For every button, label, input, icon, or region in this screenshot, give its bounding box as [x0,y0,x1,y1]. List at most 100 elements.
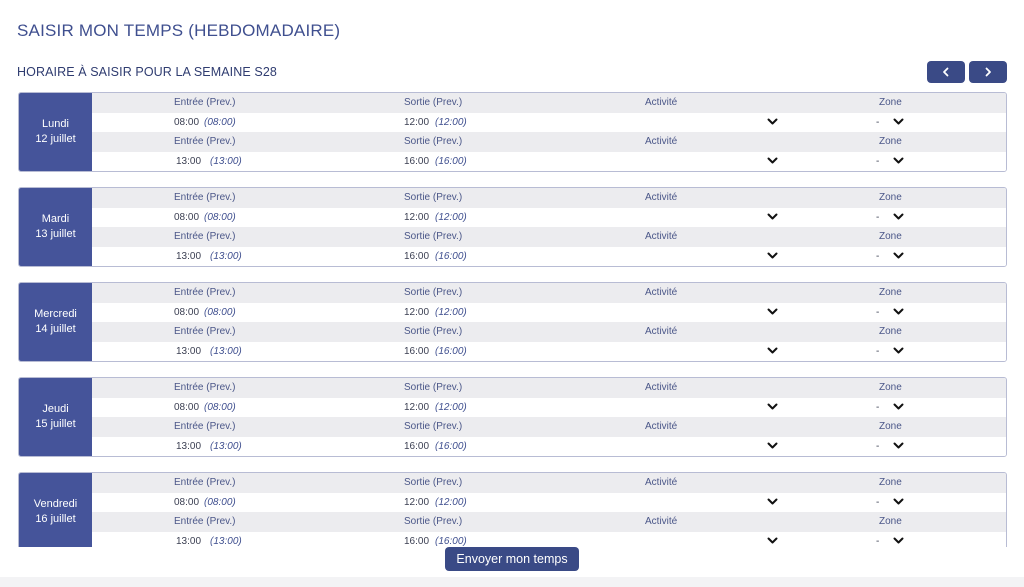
exit-header: Sortie (Prev.) [404,477,463,489]
entry-header: Entrée (Prev.) [174,421,236,433]
activity-select[interactable] [765,306,779,319]
exit-time[interactable]: 12:00 (12:00) [404,208,467,228]
entry-value: 13:00 [176,250,202,262]
activity-select[interactable] [765,250,779,263]
zone-select[interactable]: - [876,437,916,457]
shift-rows: Entrée (Prev.) Sortie (Prev.) Activité Zone… [92,283,1006,361]
exit-value: 12:00 [404,211,430,223]
entry-time[interactable]: 08:00 (08:00) [174,303,236,323]
zone-select[interactable]: - [876,247,916,267]
activity-select[interactable] [765,535,779,548]
exit-time[interactable]: 16:00 (16:00) [404,342,467,362]
chevron-right-icon [985,67,991,77]
zone-value: - [876,250,880,262]
zone-value: - [876,440,880,452]
zone-header: Zone [879,97,902,109]
exit-time[interactable]: 16:00 (16:00) [404,437,467,457]
zone-select[interactable]: - [876,493,916,513]
day-name: Vendredi [33,498,78,510]
zone-select[interactable]: - [876,208,916,228]
activity-select[interactable] [765,401,779,414]
activity-header: Activité [645,516,678,528]
entry-planned: (13:00) [210,155,242,167]
exit-header: Sortie (Prev.) [404,136,463,148]
entry-time[interactable]: 08:00 (08:00) [174,113,236,133]
exit-value: 16:00 [404,440,430,452]
exit-header: Sortie (Prev.) [404,192,463,204]
entry-header: Entrée (Prev.) [174,287,236,299]
exit-time[interactable]: 16:00 (16:00) [404,152,467,172]
entry-time[interactable]: 13:00 (13:00) [176,247,242,267]
entry-time[interactable]: 08:00 (08:00) [174,493,236,513]
entry-time[interactable]: 13:00 (13:00) [176,152,242,172]
zone-select[interactable]: - [876,398,916,418]
zone-value: - [876,401,880,413]
day-label: Jeudi 15 juillet [19,378,92,456]
shift-value-row: 08:00 (08:00) 12:00 (12:00) - [92,302,1006,323]
entry-value: 08:00 [174,401,200,413]
zone-select[interactable]: - [876,342,916,362]
day-card: Mardi 13 juillet Entrée (Prev.) Sortie (Pre… [18,187,1007,267]
activity-select[interactable] [765,155,779,168]
day-label: Vendredi 16 juillet [19,473,92,547]
zone-value: - [876,345,880,357]
entry-header: Entrée (Prev.) [174,231,236,243]
zone-header: Zone [879,326,902,338]
chevron-down-icon [767,403,777,410]
week-title: HORAIRE À SAISIR POUR LA SEMAINE S28 [17,65,277,79]
exit-header: Sortie (Prev.) [404,97,463,109]
activity-select[interactable] [765,116,779,129]
entry-header: Entrée (Prev.) [174,192,236,204]
entry-header: Entrée (Prev.) [174,326,236,338]
entry-time[interactable]: 13:00 (13:00) [176,532,242,548]
zone-header: Zone [879,136,902,148]
chevron-down-icon [767,347,777,354]
entry-time[interactable]: 08:00 (08:00) [174,398,236,418]
activity-select[interactable] [765,440,779,453]
zone-select[interactable]: - [876,303,916,323]
activity-select[interactable] [765,496,779,509]
zone-select[interactable]: - [876,152,916,172]
exit-time[interactable]: 16:00 (16:00) [404,532,467,548]
chevron-down-icon [893,442,904,449]
zone-select[interactable]: - [876,113,916,133]
chevron-down-icon [767,118,777,125]
day-card: Jeudi 15 juillet Entrée (Prev.) Sortie (Pre… [18,377,1007,457]
exit-time[interactable]: 12:00 (12:00) [404,493,467,513]
footer-bar [0,577,1024,587]
shift-value-row: 13:00 (13:00) 16:00 (16:00) - [92,436,1006,457]
exit-header: Sortie (Prev.) [404,326,463,338]
exit-time[interactable]: 12:00 (12:00) [404,113,467,133]
shift-value-row: 13:00 (13:00) 16:00 (16:00) - [92,531,1006,548]
next-week-button[interactable] [969,61,1007,83]
zone-value: - [876,155,880,167]
exit-planned: (12:00) [435,496,467,508]
entry-time[interactable]: 13:00 (13:00) [176,342,242,362]
entry-time[interactable]: 13:00 (13:00) [176,437,242,457]
entry-value: 08:00 [174,306,200,318]
day-date: 13 juillet [35,228,76,240]
exit-planned: (16:00) [435,440,467,452]
activity-select[interactable] [765,211,779,224]
zone-select[interactable]: - [876,532,916,548]
submit-time-button[interactable]: Envoyer mon temps [445,547,579,571]
activity-header: Activité [645,287,678,299]
zone-header: Zone [879,287,902,299]
entry-time[interactable]: 08:00 (08:00) [174,208,236,228]
entry-header: Entrée (Prev.) [174,477,236,489]
exit-time[interactable]: 12:00 (12:00) [404,303,467,323]
exit-time[interactable]: 16:00 (16:00) [404,247,467,267]
exit-value: 12:00 [404,401,430,413]
exit-time[interactable]: 12:00 (12:00) [404,398,467,418]
activity-header: Activité [645,192,678,204]
zone-value: - [876,211,880,223]
day-card: Mercredi 14 juillet Entrée (Prev.) Sortie (… [18,282,1007,362]
activity-select[interactable] [765,345,779,358]
zone-header: Zone [879,477,902,489]
previous-week-button[interactable] [927,61,965,83]
exit-header: Sortie (Prev.) [404,231,463,243]
exit-planned: (16:00) [435,155,467,167]
zone-header: Zone [879,192,902,204]
exit-value: 12:00 [404,116,430,128]
chevron-down-icon [767,442,777,449]
